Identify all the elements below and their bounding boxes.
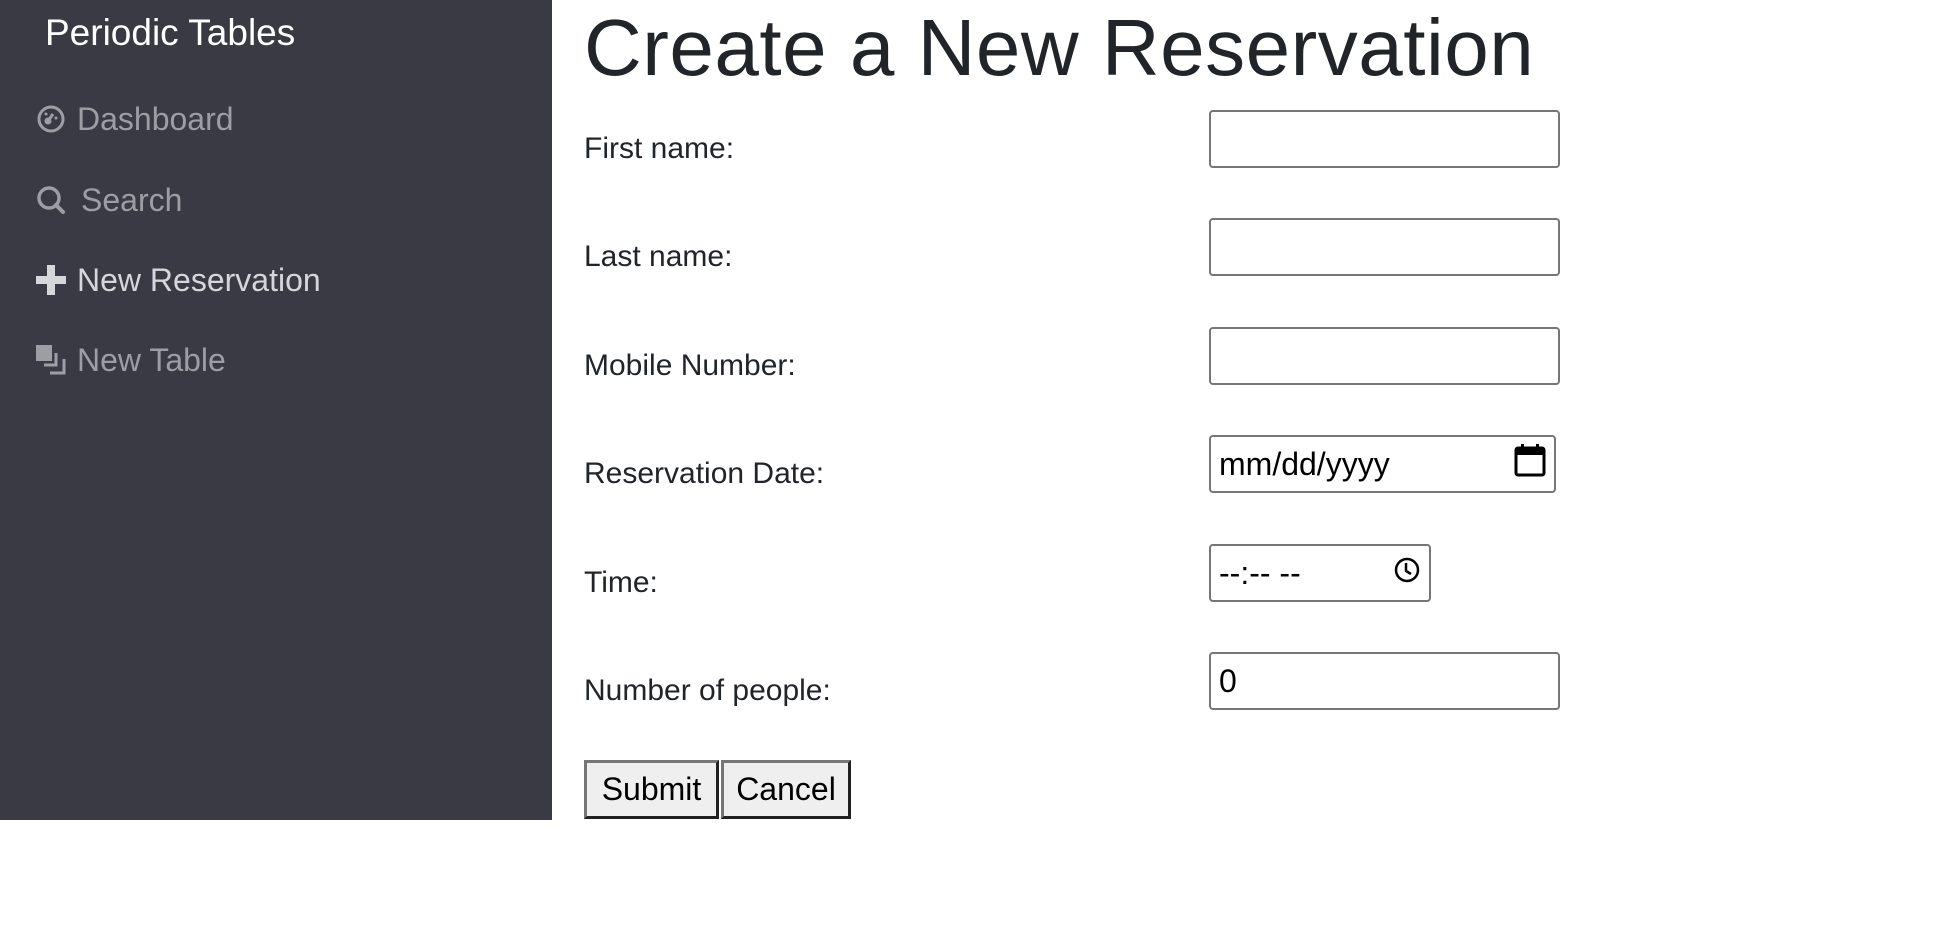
sidebar: Periodic Tables Dashboard Search New Res… bbox=[0, 0, 552, 820]
people-label: Number of people: bbox=[584, 674, 831, 707]
people-row: Number of people: bbox=[584, 652, 1584, 710]
last-name-label: Last name: bbox=[584, 240, 733, 273]
last-name-input[interactable] bbox=[1209, 218, 1560, 276]
date-placeholder: mm/dd/yyyy bbox=[1219, 445, 1390, 482]
date-label: Reservation Date: bbox=[584, 457, 825, 490]
dashboard-icon bbox=[35, 103, 67, 135]
sidebar-item-dashboard[interactable]: Dashboard bbox=[35, 97, 234, 141]
layers-icon bbox=[35, 344, 67, 376]
sidebar-item-label: New Table bbox=[77, 341, 226, 378]
sidebar-item-new-table[interactable]: New Table bbox=[35, 338, 226, 382]
page-title: Create a New Reservation bbox=[584, 3, 1535, 92]
mobile-row: Mobile Number: bbox=[584, 327, 1584, 385]
sidebar-item-new-reservation[interactable]: New Reservation bbox=[35, 258, 321, 302]
sidebar-item-label: Search bbox=[81, 181, 183, 218]
time-placeholder: --:-- -- bbox=[1219, 554, 1301, 591]
mobile-input[interactable] bbox=[1209, 327, 1560, 385]
calendar-icon[interactable] bbox=[1514, 443, 1546, 485]
first-name-label: First name: bbox=[584, 132, 735, 165]
brand-title[interactable]: Periodic Tables bbox=[45, 12, 295, 54]
date-input[interactable]: mm/dd/yyyy bbox=[1209, 435, 1556, 493]
time-input[interactable]: --:-- -- bbox=[1209, 544, 1431, 602]
first-name-row: First name: bbox=[584, 110, 1584, 168]
last-name-row: Last name: bbox=[584, 218, 1584, 276]
first-name-input[interactable] bbox=[1209, 110, 1560, 168]
clock-icon[interactable] bbox=[1393, 555, 1421, 592]
people-input[interactable] bbox=[1209, 652, 1560, 710]
cancel-button[interactable]: Cancel bbox=[721, 760, 851, 819]
sidebar-item-label: New Reservation bbox=[77, 261, 321, 298]
sidebar-item-search[interactable]: Search bbox=[35, 178, 182, 222]
date-row: Reservation Date: mm/dd/yyyy bbox=[584, 435, 1584, 493]
sidebar-item-label: Dashboard bbox=[77, 100, 234, 137]
time-row: Time: --:-- -- bbox=[584, 544, 1584, 602]
submit-button[interactable]: Submit bbox=[584, 760, 719, 819]
time-label: Time: bbox=[584, 566, 658, 599]
search-icon bbox=[35, 184, 67, 216]
mobile-label: Mobile Number: bbox=[584, 349, 796, 382]
plus-icon bbox=[35, 264, 67, 296]
